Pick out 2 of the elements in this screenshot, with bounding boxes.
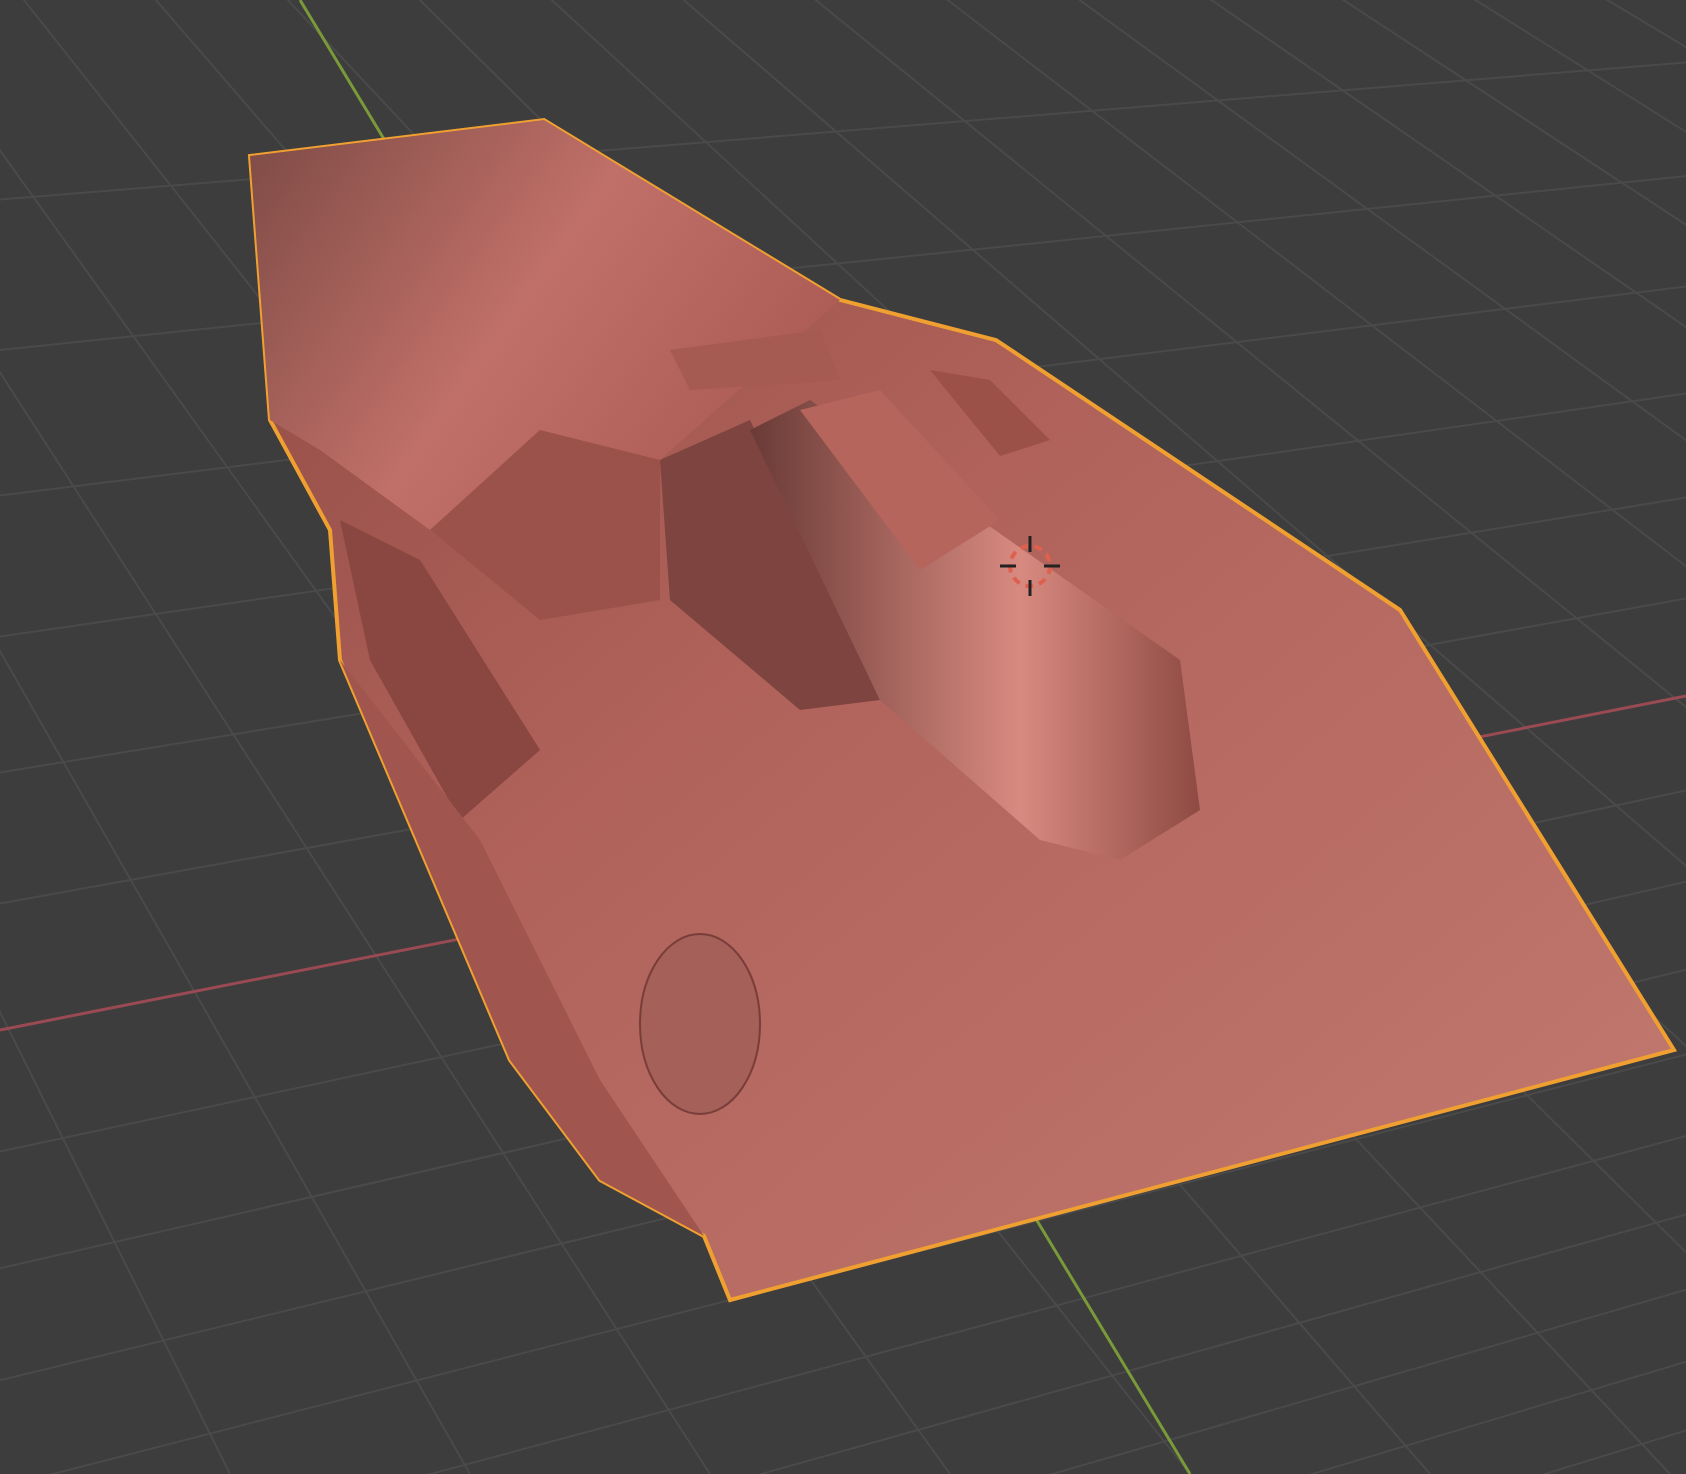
3d-cursor-icon[interactable]: [998, 534, 1062, 598]
mesh-object-drawing[interactable]: [247, 117, 1678, 1303]
